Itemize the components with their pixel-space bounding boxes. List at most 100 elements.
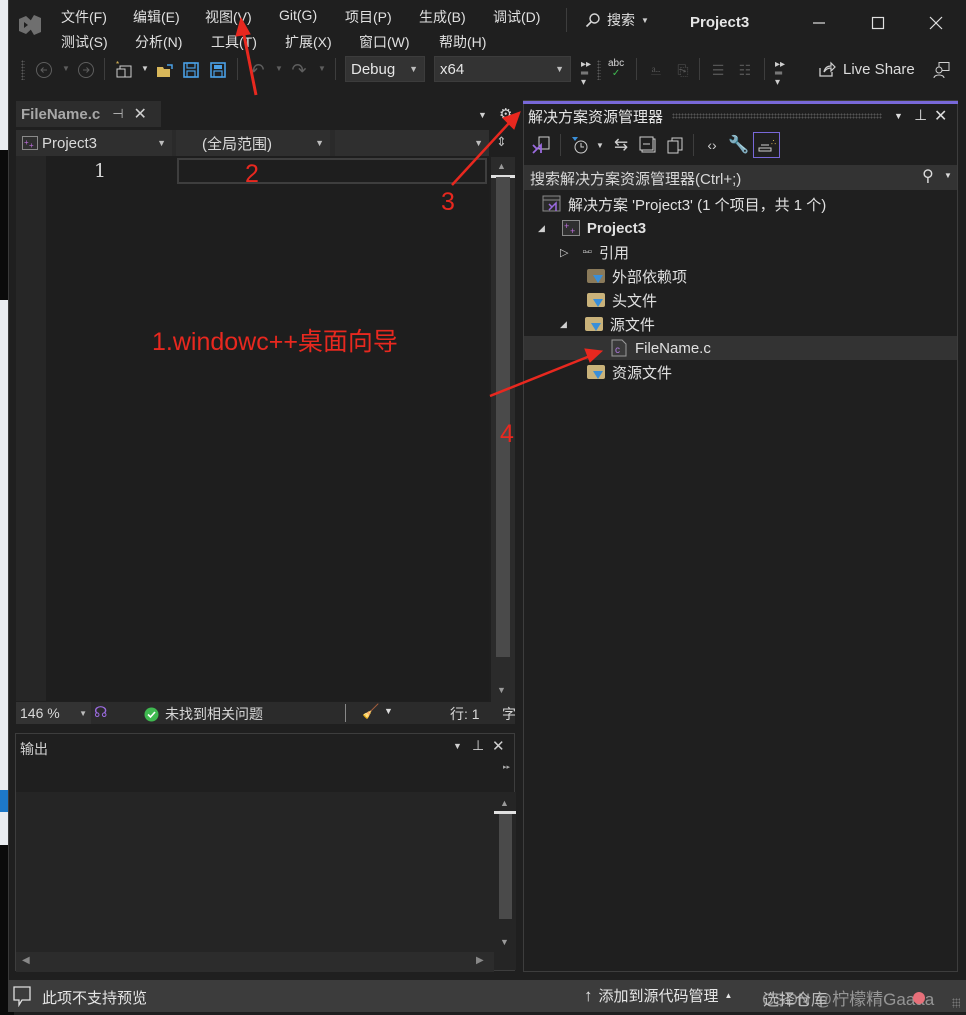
search-icon[interactable]: ⚲	[922, 166, 934, 186]
pin-tab-button[interactable]: ⊣	[112, 106, 123, 122]
close-panel-button[interactable]: ✕	[492, 737, 505, 755]
member-scope-dropdown[interactable]: ▼	[335, 130, 489, 156]
menu-edit[interactable]: 编辑(E)	[133, 7, 180, 27]
issues-indicator[interactable]: 未找到相关问题	[144, 704, 263, 724]
output-vertical-scrollbar[interactable]: ▲ ▼	[494, 792, 516, 970]
chevron-down-icon[interactable]: ▼	[944, 171, 952, 180]
chevron-down-icon[interactable]: ▼	[62, 64, 70, 73]
menu-view[interactable]: 视图(V)	[205, 7, 252, 27]
add-to-source-control-button[interactable]: ↑ 添加到源代码管理 ▲	[584, 985, 732, 1006]
preview-selected-items-button[interactable]: ∴	[753, 132, 780, 158]
output-content[interactable]	[16, 792, 494, 952]
spell-check-button[interactable]: abc ✓	[608, 59, 624, 79]
pin-panel-button[interactable]: ⊥	[914, 106, 927, 124]
menu-tools[interactable]: 工具(T)	[211, 32, 257, 52]
close-panel-button[interactable]: ✕	[934, 106, 947, 126]
menu-extensions[interactable]: 扩展(X)	[285, 32, 332, 52]
open-file-button[interactable]	[154, 59, 176, 81]
scroll-down-icon[interactable]: ▼	[500, 937, 509, 947]
collapsed-caret-icon[interactable]: ▷	[560, 246, 568, 259]
view-code-button[interactable]: ‹›	[701, 134, 723, 156]
collapse-all-button[interactable]	[637, 134, 659, 156]
menu-file[interactable]: 文件(F)	[61, 7, 107, 27]
output-horizontal-scrollbar[interactable]: ◀ ▶	[16, 952, 494, 972]
tree-item-resource-files[interactable]: 资源文件	[524, 360, 957, 384]
expanded-caret-icon[interactable]: ◢	[560, 319, 567, 330]
column-indicator[interactable]: 字	[502, 704, 516, 724]
navigate-back-button[interactable]	[33, 59, 55, 81]
save-all-button[interactable]	[207, 59, 229, 81]
scroll-right-icon[interactable]: ▶	[476, 955, 484, 966]
scroll-left-icon[interactable]: ◀	[22, 955, 30, 966]
bookmark-button[interactable]: ⎘	[672, 59, 694, 81]
tab-list-dropdown-icon[interactable]: ▼	[478, 110, 487, 120]
menu-help[interactable]: 帮助(H)	[439, 32, 486, 52]
save-button[interactable]	[180, 59, 202, 81]
toolbar-overflow-button[interactable]: ▸▸ ═ ▾	[775, 60, 785, 88]
intellicode-icon[interactable]: ☊	[94, 703, 107, 721]
menu-analyze[interactable]: 分析(N)	[135, 32, 182, 52]
step-pointer-button[interactable]: ⎁	[645, 59, 667, 81]
show-all-files-button[interactable]	[664, 134, 686, 156]
configuration-dropdown[interactable]: Debug ▼	[345, 56, 425, 82]
menu-window[interactable]: 窗口(W)	[359, 32, 410, 52]
tree-item-filename-c[interactable]: c FileName.c	[524, 336, 957, 360]
chevron-down-icon[interactable]: ▼	[275, 64, 283, 73]
live-share-button[interactable]: Live Share	[818, 60, 915, 78]
split-editor-icon[interactable]: ⇕	[496, 134, 507, 150]
tree-item-header-files[interactable]: 头文件	[524, 288, 957, 312]
maximize-button[interactable]	[855, 7, 901, 39]
overflow-icon[interactable]: ▸▸	[503, 763, 510, 771]
scrollbar-thumb[interactable]	[499, 814, 512, 919]
tree-item-references[interactable]: ▷ ▫-▫ 引用	[524, 240, 957, 264]
pin-panel-button[interactable]: ⊥	[472, 737, 484, 754]
chevron-down-icon[interactable]: ▼	[318, 64, 326, 73]
tree-item-external-dependencies[interactable]: 外部依赖项	[524, 264, 957, 288]
scroll-down-icon[interactable]: ▼	[497, 685, 506, 695]
global-search-button[interactable]: 搜索 ▼	[585, 10, 649, 30]
gear-icon[interactable]: ⚙	[499, 105, 512, 123]
resize-grip[interactable]	[952, 998, 960, 1008]
chevron-down-icon[interactable]: ▼	[141, 64, 149, 73]
toolbar-grip[interactable]	[597, 60, 601, 80]
properties-button[interactable]: 🔧	[728, 134, 750, 156]
redo-button[interactable]: ↷	[288, 59, 310, 81]
solution-explorer-search-input[interactable]: 搜索解决方案资源管理器(Ctrl+;) ⚲ ▼	[524, 165, 957, 190]
notification-badge[interactable]	[913, 992, 925, 1004]
menu-project[interactable]: 项目(P)	[345, 7, 392, 27]
switch-views-button[interactable]	[530, 134, 552, 156]
menu-test[interactable]: 测试(S)	[61, 32, 108, 52]
expanded-caret-icon[interactable]: ◢	[538, 223, 545, 234]
line-indicator[interactable]: 行: 1	[450, 704, 480, 724]
indent-button[interactable]: ☰	[707, 59, 729, 81]
tree-item-project[interactable]: ◢ + + Project3	[524, 216, 957, 240]
pending-changes-filter-button[interactable]	[569, 134, 591, 156]
undo-button[interactable]: ↶	[246, 59, 268, 81]
panel-options-dropdown-icon[interactable]: ▼	[453, 741, 462, 751]
chevron-down-icon[interactable]: ▼	[596, 141, 604, 150]
zoom-dropdown[interactable]: 146 % ▼	[16, 702, 91, 724]
menu-build[interactable]: 生成(B)	[419, 7, 466, 27]
code-editor[interactable]	[16, 156, 489, 701]
tree-item-source-files[interactable]: ◢ 源文件	[524, 312, 957, 336]
code-cleanup-icon[interactable]: 🧹	[362, 703, 379, 720]
global-scope-dropdown[interactable]: (全局范围) ▼	[176, 130, 330, 156]
toolbar-overflow-button[interactable]: ▸▸ ═ ▾	[581, 60, 591, 88]
scroll-up-icon[interactable]: ▲	[497, 161, 506, 171]
platform-dropdown[interactable]: x64 ▼	[434, 56, 571, 82]
panel-options-dropdown-icon[interactable]: ▼	[894, 111, 903, 121]
outdent-button[interactable]: ☷	[734, 59, 756, 81]
chevron-down-icon[interactable]: ▼	[384, 706, 393, 716]
scroll-up-icon[interactable]: ▲	[500, 798, 509, 808]
menu-debug[interactable]: 调试(D)	[493, 7, 540, 27]
navigate-forward-button[interactable]	[75, 59, 97, 81]
close-window-button[interactable]	[913, 7, 959, 39]
sync-with-active-document-button[interactable]: ⇆	[610, 134, 632, 156]
close-tab-button[interactable]: ✕	[134, 104, 147, 124]
tab-filename-c[interactable]: FileName.c ⊣ ✕	[16, 101, 161, 127]
tree-item-solution[interactable]: 解决方案 'Project3' (1 个项目，共 1 个)	[524, 192, 957, 216]
scrollbar-thumb[interactable]	[496, 177, 510, 657]
new-project-button[interactable]: *	[113, 59, 135, 81]
minimize-button[interactable]	[796, 7, 842, 39]
toolbar-grip[interactable]	[21, 60, 25, 80]
